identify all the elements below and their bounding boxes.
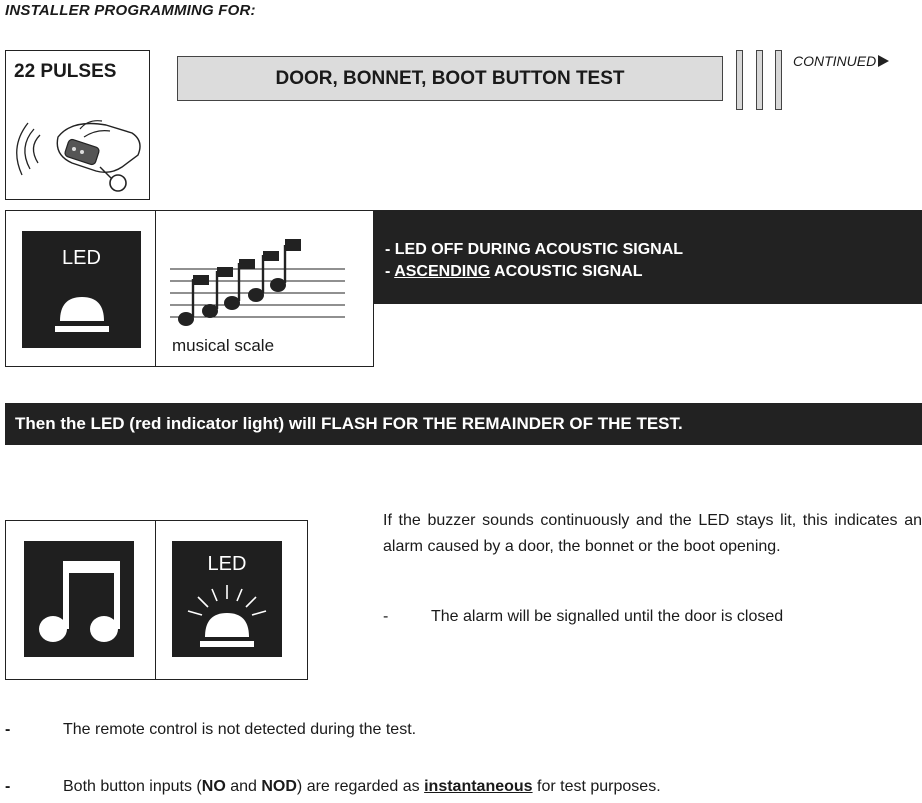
musical-scale-cell: musical scale bbox=[156, 211, 373, 366]
led-flash-cell: LED bbox=[156, 521, 307, 679]
flash-banner: Then the LED (red indicator light) will … bbox=[5, 403, 922, 445]
pulses-box: 22 PULSES bbox=[5, 50, 150, 200]
tab-marker bbox=[756, 50, 763, 110]
text-part: for test purposes. bbox=[532, 778, 661, 795]
signal-note-line: - LED OFF DURING ACOUSTIC SIGNAL bbox=[385, 241, 684, 258]
continued-indicator: CONTINUED bbox=[793, 53, 890, 69]
tab-marker bbox=[775, 50, 782, 110]
dash: - bbox=[5, 721, 11, 738]
right-triangle-arrow-icon bbox=[878, 55, 890, 67]
dash: - bbox=[5, 778, 11, 795]
led-flashing-icon: LED bbox=[172, 541, 282, 657]
ascending-emphasis: ASCENDING bbox=[394, 263, 491, 280]
text-part: Both button inputs ( bbox=[63, 778, 202, 795]
signal-notes-banner: - LED OFF DURING ACOUSTIC SIGNAL - ASCEN… bbox=[374, 210, 922, 304]
signal-note-line: - ASCENDING ACOUSTIC SIGNAL bbox=[385, 261, 922, 283]
bullet-text: Both button inputs (NO and NOD) are rega… bbox=[63, 778, 661, 796]
text-part: and bbox=[225, 778, 262, 795]
pulses-label: 22 PULSES bbox=[14, 61, 117, 82]
alarm-icons-panel: LED bbox=[5, 520, 308, 680]
alarm-paragraph: If the buzzer sounds continuously and th… bbox=[383, 512, 922, 555]
test-title: DOOR, BONNET, BOOT BUTTON TEST bbox=[275, 67, 625, 89]
ascending-notes-icon bbox=[170, 239, 345, 326]
music-note-icon bbox=[24, 541, 134, 657]
note-cell bbox=[6, 521, 156, 679]
signal-icons-panel: LED musical scale bbox=[5, 210, 374, 367]
hand-remote-control-icon bbox=[16, 120, 141, 192]
alarm-dash-text: The alarm will be signalled until the do… bbox=[431, 608, 784, 625]
led-off-icon: LED bbox=[22, 231, 141, 348]
text-part: ) are regarded as bbox=[296, 778, 425, 795]
continued-label: CONTINUED bbox=[793, 53, 877, 69]
tab-marker bbox=[736, 50, 743, 110]
test-title-box: DOOR, BONNET, BOOT BUTTON TEST bbox=[177, 56, 723, 101]
led-cell: LED bbox=[6, 211, 156, 366]
dash-prefix: - bbox=[385, 263, 395, 280]
no-input-label: NO bbox=[201, 778, 226, 795]
musical-scale-label: musical scale bbox=[172, 336, 275, 355]
bullet-text: The remote control is not detected durin… bbox=[63, 721, 417, 738]
signal-note-suffix: ACOUSTIC SIGNAL bbox=[490, 263, 643, 280]
nod-input-label: NOD bbox=[261, 778, 297, 795]
page-header: INSTALLER PROGRAMMING FOR: bbox=[5, 2, 256, 19]
instantaneous-emphasis: instantaneous bbox=[424, 778, 533, 795]
dash: - bbox=[383, 608, 389, 625]
